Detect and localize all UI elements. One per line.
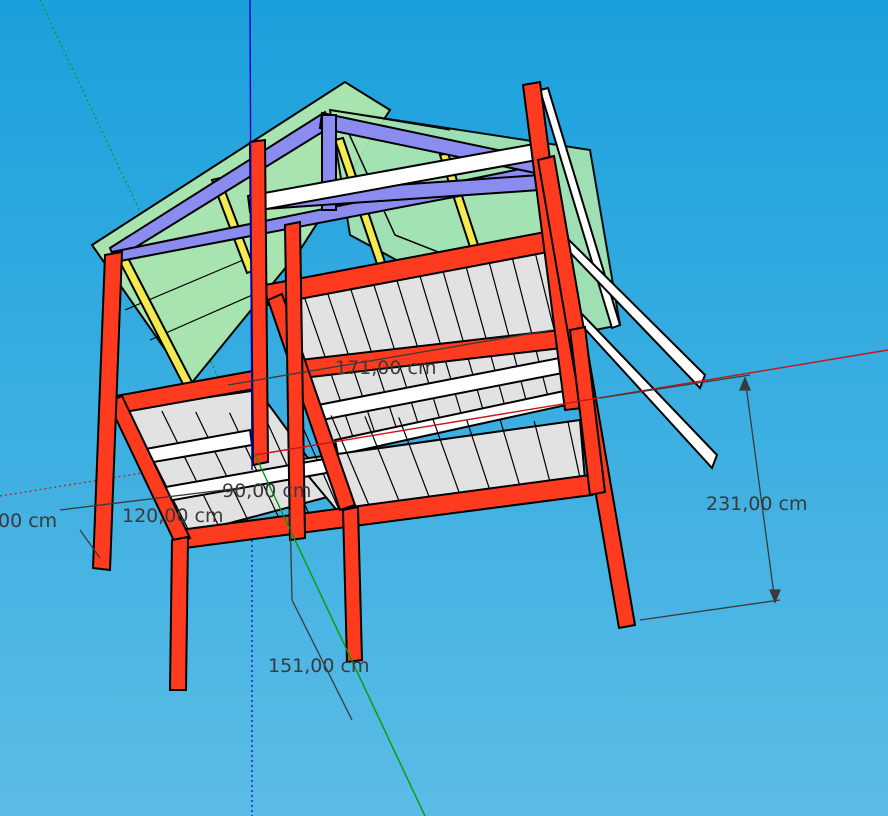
dim-151-label: 151,00 cm [268,655,369,677]
post-bottom-mid [341,505,364,664]
dim-231-label: 231,00 cm [706,493,807,515]
dim-left-label: 00 cm [0,510,57,532]
dim-120-label: 120,00 cm [122,505,223,527]
model-scene[interactable]: 171,00 cm 231,00 cm 151,00 cm 120,00 cm … [0,0,888,816]
dim-171-label: 171,00 cm [335,357,436,379]
dim-90-label: 90,00 cm [222,480,311,502]
post-bottom-left [168,535,190,691]
3d-modeling-viewport[interactable]: 171,00 cm 231,00 cm 151,00 cm 120,00 cm … [0,0,888,816]
post-front-center [248,138,270,467]
